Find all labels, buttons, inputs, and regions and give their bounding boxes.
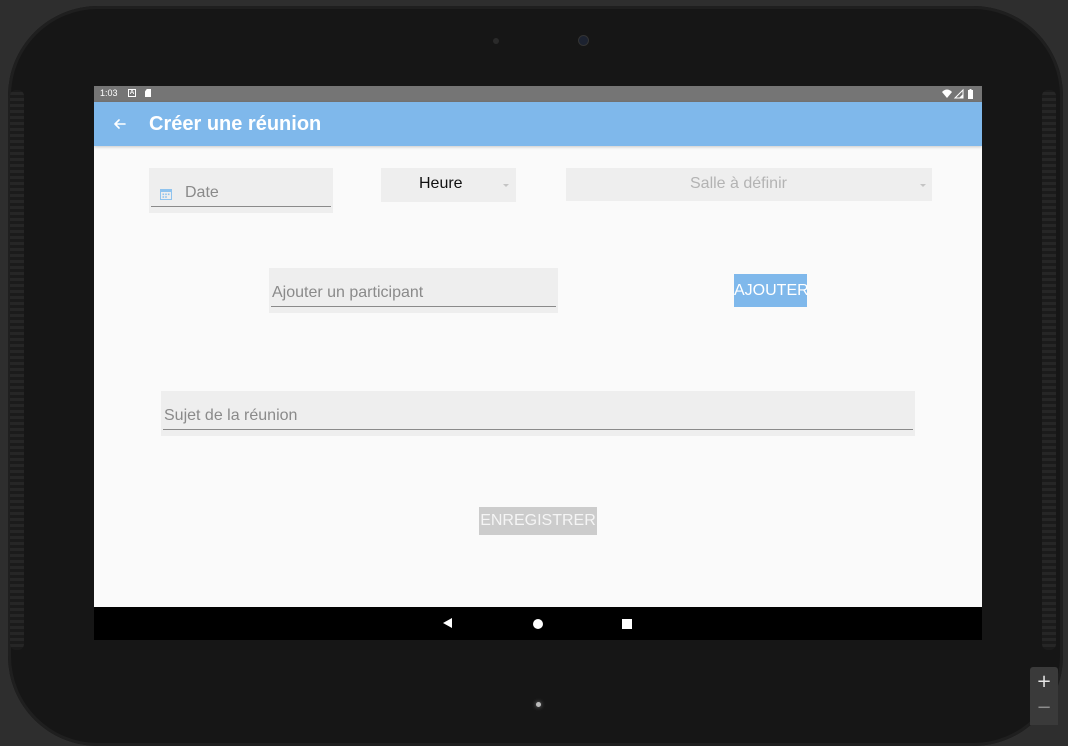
participant-underline [271,306,556,307]
right-speaker-grille [1042,90,1056,650]
tablet-frame: 1:03 A Créer une réunion Date Heure Sall… [0,0,1068,746]
nav-back-icon[interactable] [443,618,452,628]
left-speaker-grille [10,90,24,650]
front-camera-icon [579,36,588,45]
subject-placeholder: Sujet de la réunion [164,407,298,424]
status-bar: 1:03 A [94,86,982,102]
battery-icon [968,90,973,99]
nav-recents-icon[interactable] [622,619,632,629]
device-screen: 1:03 A Créer une réunion Date Heure Sall… [94,86,982,640]
notification-a-icon: A [128,89,136,97]
participant-input[interactable]: Ajouter un participant [269,268,558,313]
chevron-down-icon [503,184,509,187]
back-arrow-icon[interactable] [112,116,128,132]
date-underline [151,206,331,207]
nav-home-icon[interactable] [533,619,543,629]
salle-selected-value: Salle à définir [690,175,787,192]
status-icons [942,88,973,99]
date-placeholder: Date [185,184,219,201]
proximity-sensor-icon [493,38,499,44]
status-time: 1:03 [100,88,118,98]
wifi-icon [942,89,952,98]
sd-card-icon [145,89,151,97]
heure-spinner[interactable]: Heure [381,168,516,202]
zoom-in-button[interactable]: + [1030,669,1058,695]
zoom-out-button[interactable]: − [1030,695,1058,721]
heure-selected-value: Heure [419,175,463,192]
subject-input[interactable]: Sujet de la réunion [161,391,915,436]
page-title: Créer une réunion [149,113,322,135]
home-indicator-light [536,702,541,707]
app-bar: Créer une réunion [94,102,982,146]
add-participant-button[interactable]: AJOUTER [734,274,809,307]
salle-spinner[interactable]: Salle à définir [566,168,932,201]
navigation-bar [94,607,982,640]
date-field[interactable]: Date [149,168,333,213]
participant-placeholder: Ajouter un participant [272,284,424,301]
emulator-zoom-control: + − [1030,667,1058,725]
calendar-icon [160,189,172,200]
chevron-down-icon [920,184,926,187]
save-button[interactable]: ENREGISTRER [479,507,597,535]
subject-underline [163,429,913,430]
